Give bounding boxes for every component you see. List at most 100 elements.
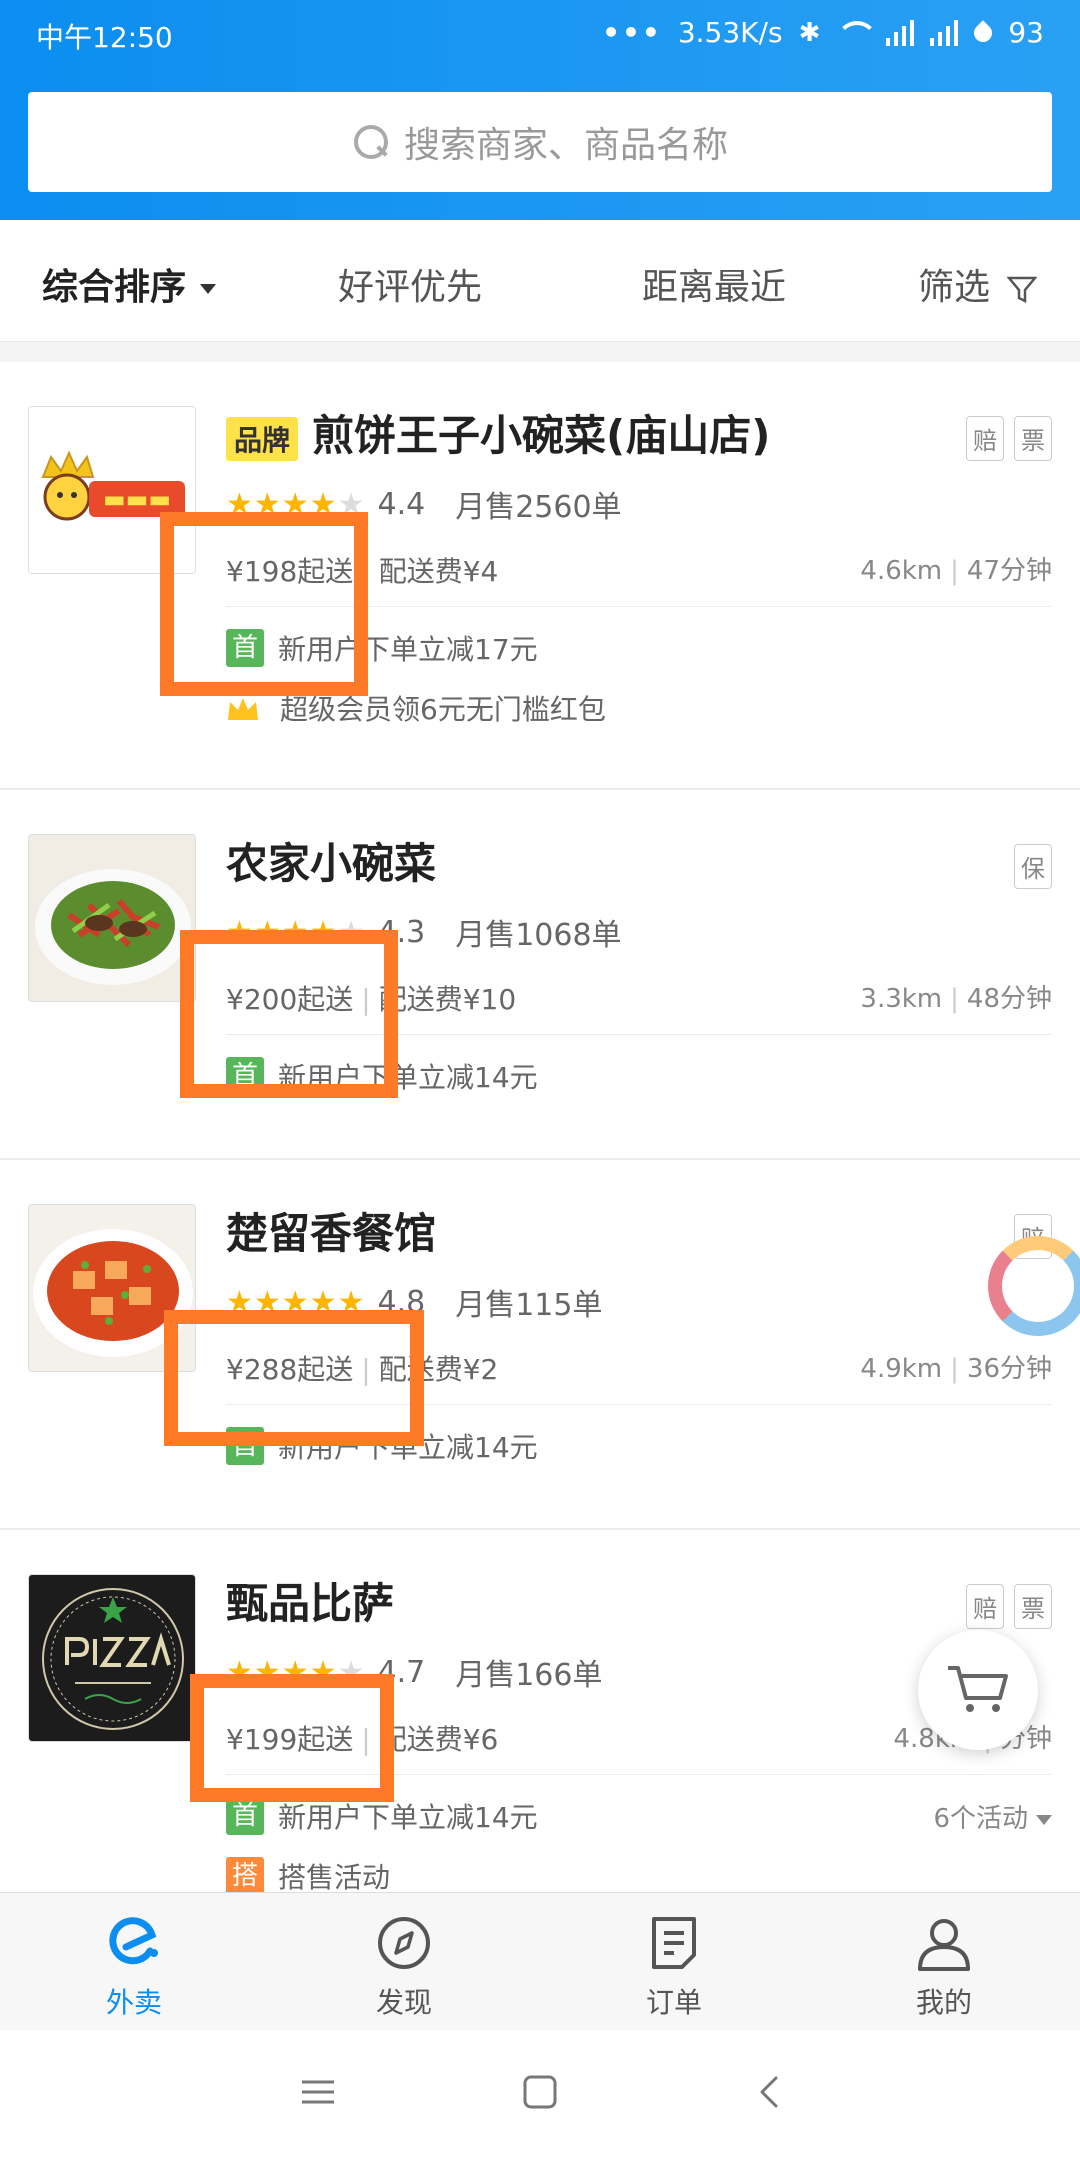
bottom-tab-bar: 外卖 发现 订单 我的: [0, 1892, 1080, 2030]
promo-text: 搭售活动: [278, 1861, 391, 1892]
rating-value: 4.4: [377, 486, 426, 522]
monthly-sales: 月售1068单: [455, 918, 622, 953]
shop-tags: 赔 票: [966, 1584, 1052, 1629]
shop-logo: [28, 1204, 196, 1372]
sort-distance[interactable]: 距离最近: [642, 258, 786, 310]
divider: [226, 606, 1052, 607]
filter-label: 筛选: [918, 267, 991, 308]
filter-icon: [1007, 276, 1038, 304]
floating-ring-button[interactable]: [988, 1236, 1080, 1336]
status-bar: 中午12:50 ••• 3.53K/s ✱ 93: [0, 0, 1080, 70]
delivery-time: 48分钟: [966, 984, 1052, 1014]
compass-icon: [378, 1917, 430, 1969]
cart-icon: [948, 1666, 1008, 1712]
user-icon: [918, 1919, 970, 1971]
distance-time: 3.3km | 48分钟: [860, 984, 1052, 1014]
tab-takeout-label: 外卖: [105, 1986, 162, 2019]
monthly-sales: 月售115单: [455, 1288, 603, 1323]
tab-mine[interactable]: 我的: [864, 1913, 1024, 2021]
rating-value: 4.7: [377, 1654, 426, 1690]
divider: [226, 1034, 1052, 1035]
battery-drop-icon: [970, 19, 997, 46]
caret-down-icon: [1036, 1814, 1052, 1825]
list-gap: [0, 342, 1080, 362]
delivery-info: ¥199起送 | 配送费¥6: [226, 1723, 499, 1756]
tag-compensation: 赔: [966, 1584, 1004, 1629]
monthly-sales: 月售2560单: [455, 490, 622, 525]
shop-card[interactable]: ▬▬▬ 品牌 煎饼王子小碗菜(庙山店) 赔 票 ★★★★★ 4.4 月售2560单…: [0, 362, 1080, 790]
caret-down-icon: [200, 284, 217, 294]
activities-dropdown[interactable]: 6个活动: [933, 1798, 1052, 1835]
divider: [226, 1774, 1052, 1775]
first-order-icon: 首: [226, 1797, 264, 1835]
cart-button[interactable]: [918, 1630, 1038, 1750]
delivery-fee: 配送费¥6: [378, 1723, 499, 1756]
signal-icon: [886, 19, 915, 46]
min-order: ¥198起送: [226, 555, 354, 588]
order-list-icon: [652, 1917, 696, 1969]
header: 中午12:50 ••• 3.53K/s ✱ 93 搜索商家、商品名称: [0, 0, 1080, 220]
sort-comprehensive[interactable]: 综合排序: [42, 258, 217, 310]
activities-label: 6个活动: [933, 1804, 1028, 1834]
crown-icon: [228, 698, 258, 720]
wifi-icon: [836, 20, 879, 45]
delivery-info: ¥198起送 | 配送费¥4: [226, 555, 499, 588]
tag-compensation: 赔: [966, 416, 1004, 461]
shop-logo: [28, 1574, 196, 1742]
tab-discover-label: 发现: [375, 1986, 432, 2019]
shop-list: ▬▬▬ 品牌 煎饼王子小碗菜(庙山店) 赔 票 ★★★★★ 4.4 月售2560单…: [0, 362, 1080, 1892]
battery-level: 93: [1008, 16, 1044, 49]
promo-row: 首 新用户下单立减14元: [226, 1056, 538, 1096]
network-speed: 3.53K/s: [677, 16, 783, 49]
tab-orders[interactable]: 订单: [594, 1913, 754, 2021]
promo-text: 新用户下单立减14元: [278, 1801, 538, 1834]
rating-value: 4.8: [377, 1284, 426, 1320]
rating-row: ★★★★★ 4.3 月售1068单: [226, 910, 622, 954]
shop-logo: ▬▬▬: [28, 406, 196, 574]
star-rating-icon: ★★★★★: [226, 486, 366, 522]
tag-guarantee: 保: [1014, 844, 1052, 889]
min-order: ¥288起送: [226, 1353, 354, 1386]
shop-name: 楚留香餐馆: [226, 1209, 437, 1258]
status-time: 中午12:50: [36, 21, 173, 54]
filter-button[interactable]: 筛选: [918, 258, 1038, 310]
distance: 3.3km: [860, 984, 943, 1014]
tab-discover[interactable]: 发现: [324, 1913, 484, 2021]
shop-card[interactable]: 农家小碗菜 保 ★★★★★ 4.3 月售1068单 ¥200起送 | 配送费¥10 …: [0, 790, 1080, 1160]
promo-row: 超级会员领6元无门槛红包: [226, 688, 606, 728]
distance-time: 4.9km | 36分钟: [860, 1354, 1052, 1384]
star-rating-icon: ★★★★★: [226, 1654, 366, 1690]
promo-text: 新用户下单立减17元: [278, 633, 538, 666]
back-icon[interactable]: [752, 2074, 788, 2110]
search-input[interactable]: 搜索商家、商品名称: [28, 92, 1052, 192]
signal-icon-2: [930, 19, 959, 46]
distance: 4.9km: [860, 1354, 943, 1384]
rating-row: ★★★★★ 4.7 月售166单: [226, 1650, 602, 1694]
rating-row: ★★★★★ 4.8 月售115单: [226, 1280, 602, 1324]
search-placeholder: 搜索商家、商品名称: [403, 125, 728, 166]
delivery-fee: 配送费¥4: [378, 555, 499, 588]
tag-invoice: 票: [1014, 1584, 1052, 1629]
sort-comprehensive-label: 综合排序: [42, 267, 187, 308]
shop-logo: [28, 834, 196, 1002]
home-icon[interactable]: [522, 2074, 558, 2110]
divider: [226, 1404, 1052, 1405]
eleme-icon: [109, 1917, 158, 1965]
shop-name: 甄品比萨: [226, 1579, 395, 1628]
sort-rating[interactable]: 好评优先: [338, 258, 482, 310]
delivery-fee: 配送费¥2: [378, 1353, 499, 1386]
tab-takeout[interactable]: 外卖: [54, 1913, 214, 2021]
promo-text: 超级会员领6元无门槛红包: [280, 693, 606, 726]
first-order-icon: 首: [226, 1057, 264, 1095]
shop-card[interactable]: 甄品比萨 赔 票 ★★★★★ 4.7 月售166单 ¥199起送 | 配送费¥6 4…: [0, 1530, 1080, 1892]
shop-card[interactable]: 楚留香餐馆 赔 ★★★★★ 4.8 月售115单 ¥288起送 | 配送费¥2 4.…: [0, 1160, 1080, 1530]
tab-orders-label: 订单: [645, 1986, 702, 2019]
first-order-icon: 首: [226, 1427, 264, 1465]
promo-row: 首 新用户下单立减17元: [226, 628, 538, 668]
shop-name-text: 煎饼王子小碗菜(庙山店): [312, 411, 771, 460]
menu-icon[interactable]: [300, 2074, 336, 2110]
shop-name: 品牌 煎饼王子小碗菜(庙山店): [226, 402, 770, 463]
promo-row: 搭 搭售活动: [226, 1856, 390, 1892]
star-rating-icon: ★★★★★: [226, 1284, 366, 1320]
delivery-info: ¥288起送 | 配送费¥2: [226, 1353, 499, 1386]
